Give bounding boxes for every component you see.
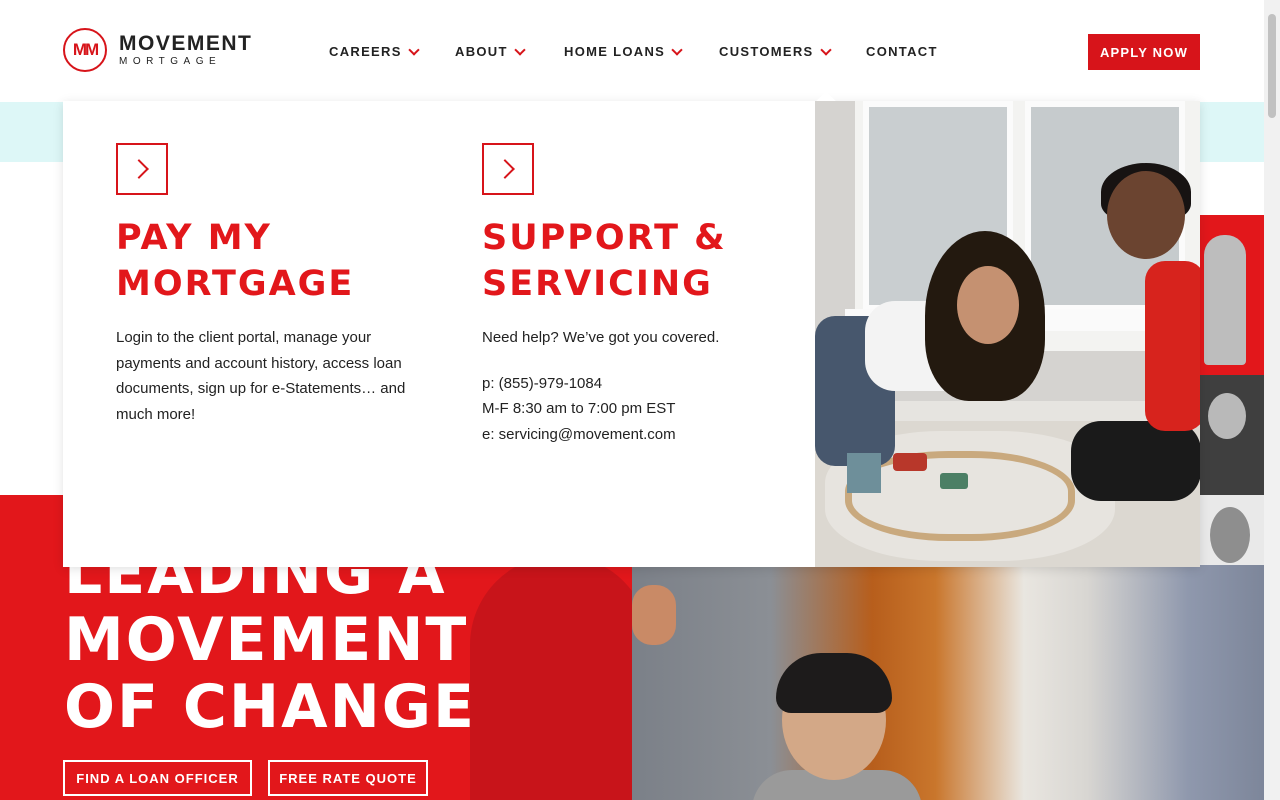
find-loan-officer-button[interactable]: FIND A LOAN OFFICER xyxy=(63,760,252,796)
logo-subtitle: MORTGAGE xyxy=(119,56,222,67)
pay-my-mortgage-title[interactable]: PAY MY MORTGAGE xyxy=(116,215,354,307)
nav-home-loans[interactable]: HOME LOANS xyxy=(564,43,683,59)
hero-title: LEADING A MOVEMENT OF CHANGE xyxy=(64,540,476,741)
logo-mark-icon: MM xyxy=(63,28,107,72)
arrow-right-icon[interactable] xyxy=(116,143,168,195)
nav-customers[interactable]: CUSTOMERS xyxy=(719,43,832,59)
support-email[interactable]: e: servicing@movement.com xyxy=(482,422,782,448)
hero-title-line2: MOVEMENT xyxy=(64,605,469,675)
card-title-line1: SUPPORT & xyxy=(482,218,727,258)
card-title-line2: MORTGAGE xyxy=(116,264,355,304)
scrollbar-thumb[interactable] xyxy=(1268,14,1276,118)
free-rate-quote-button[interactable]: FREE RATE QUOTE xyxy=(268,760,428,796)
support-intro: Need help? We’ve got you covered. xyxy=(482,329,720,346)
nav-about[interactable]: ABOUT xyxy=(455,43,526,59)
hero-title-line3: OF CHANGE xyxy=(64,672,477,742)
card-title-line2: SERVICING xyxy=(482,264,713,304)
chevron-down-icon xyxy=(408,43,420,56)
page-scrollbar[interactable] xyxy=(1264,0,1280,800)
chevron-down-icon xyxy=(819,43,832,56)
chevron-down-icon xyxy=(671,43,683,56)
nav-home-loans-label: HOME LOANS xyxy=(564,44,666,59)
logo[interactable]: MM MOVEMENT MORTGAGE xyxy=(63,28,252,72)
nav-contact-label: CONTACT xyxy=(866,44,938,59)
support-phone[interactable]: p: (855)-979-1084 xyxy=(482,371,782,397)
hero-family-photo xyxy=(632,565,1264,800)
customers-dropdown-menu: PAY MY MORTGAGE Login to the client port… xyxy=(63,91,1200,567)
site-header: MM MOVEMENT MORTGAGE CAREERS ABOUT HOME … xyxy=(0,0,1264,102)
nav-about-label: ABOUT xyxy=(455,44,508,59)
support-servicing-details: Need help? We’ve got you covered. p: (85… xyxy=(482,325,782,447)
chevron-down-icon xyxy=(514,43,526,56)
nav-customers-label: CUSTOMERS xyxy=(719,44,814,59)
nav-careers[interactable]: CAREERS xyxy=(329,43,420,59)
card-title-line1: PAY MY xyxy=(116,218,272,258)
arrow-right-icon[interactable] xyxy=(482,143,534,195)
apply-now-button[interactable]: APPLY NOW xyxy=(1088,34,1200,70)
nav-careers-label: CAREERS xyxy=(329,44,402,59)
nav-contact[interactable]: CONTACT xyxy=(866,44,938,59)
family-playing-photo xyxy=(815,101,1200,567)
support-hours: M-F 8:30 am to 7:00 pm EST xyxy=(482,400,676,417)
pay-my-mortgage-description: Login to the client portal, manage your … xyxy=(116,329,406,423)
logo-name: MOVEMENT xyxy=(119,32,253,55)
team-photo-strip xyxy=(1200,215,1264,615)
support-servicing-title[interactable]: SUPPORT & SERVICING xyxy=(482,215,727,307)
